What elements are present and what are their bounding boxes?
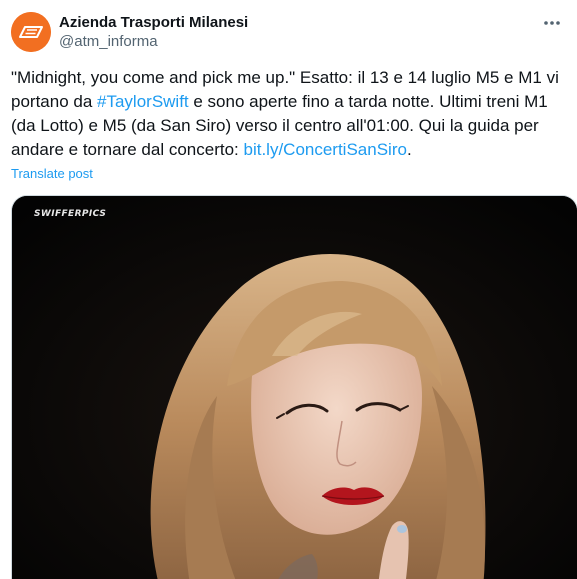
media-image[interactable]: SWIFFERPICS [11,195,577,579]
media-watermark: SWIFFERPICS [34,209,107,219]
tweet-text-part: . [406,140,412,159]
tweet-text: "Midnight, you come and pick me up." Esa… [11,66,567,162]
tweet-card: Azienda Trasporti Milanesi @atm_informa … [0,0,577,579]
author-handle[interactable]: @atm_informa [59,32,248,52]
more-options-icon [544,21,560,25]
more-options-button[interactable] [541,12,563,34]
author-avatar[interactable] [11,12,51,52]
author-info: Azienda Trasporti Milanesi @atm_informa [59,13,248,52]
url-link[interactable]: bit.ly/ConcertiSanSiro [243,140,406,159]
atm-logo-icon [11,12,51,52]
concert-photo [12,196,577,579]
author-display-name[interactable]: Azienda Trasporti Milanesi [59,13,248,32]
hashtag-link[interactable]: #TaylorSwift [97,92,189,111]
translate-post-link[interactable]: Translate post [11,166,93,182]
